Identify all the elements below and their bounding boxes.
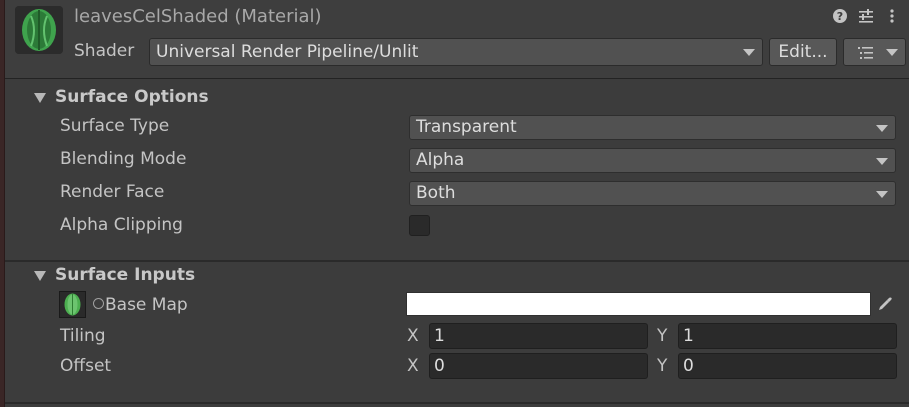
chevron-down-icon	[876, 158, 888, 165]
chevron-down-icon	[886, 49, 898, 56]
surface-type-label: Surface Type	[60, 116, 170, 136]
base-map-label: Base Map	[105, 295, 188, 315]
shader-label: Shader	[74, 41, 135, 61]
offset-x-input[interactable]: 0	[429, 353, 648, 379]
edit-shader-button[interactable]: Edit...	[769, 38, 837, 66]
surface-options-title: Surface Options	[55, 87, 209, 107]
chevron-down-icon	[876, 125, 888, 132]
offset-y-label: Y	[657, 356, 668, 376]
tiling-x-label: X	[407, 326, 419, 346]
surface-options-foldout[interactable]: Surface Options	[5, 84, 909, 112]
render-face-value: Both	[416, 183, 456, 203]
base-map-texture-slot[interactable]	[59, 291, 86, 318]
offset-x-label: X	[407, 356, 419, 376]
svg-text:?: ?	[837, 10, 843, 23]
help-icon[interactable]: ?	[831, 6, 849, 26]
chevron-down-icon	[876, 191, 888, 198]
tiling-y-label: Y	[657, 326, 668, 346]
shader-value: Universal Render Pipeline/Unlit	[156, 42, 419, 62]
eyedropper-icon[interactable]	[871, 292, 898, 316]
offset-y-input[interactable]: 0	[678, 353, 897, 379]
surface-inputs-foldout[interactable]: Surface Inputs	[5, 262, 909, 290]
tiling-label: Tiling	[60, 326, 106, 346]
offset-label: Offset	[60, 356, 112, 376]
shader-dropdown[interactable]: Universal Render Pipeline/Unlit	[149, 38, 763, 66]
surface-type-dropdown[interactable]: Transparent	[409, 115, 896, 140]
tiling-y-input[interactable]: 1	[678, 323, 897, 349]
tiling-x-input[interactable]: 1	[429, 323, 648, 349]
bottom-divider	[5, 402, 909, 404]
material-preview-thumbnail	[15, 6, 63, 54]
material-title: leavesCelShaded (Material)	[74, 6, 322, 27]
foldout-arrow-icon	[34, 93, 46, 103]
texture-picker-icon[interactable]	[93, 298, 104, 309]
more-vertical-icon[interactable]	[883, 6, 901, 26]
render-face-dropdown[interactable]: Both	[409, 181, 896, 206]
alpha-clipping-label: Alpha Clipping	[60, 215, 183, 235]
render-face-label: Render Face	[60, 182, 165, 202]
shader-options-button[interactable]	[843, 38, 906, 66]
blending-mode-dropdown[interactable]: Alpha	[409, 148, 896, 173]
blending-mode-value: Alpha	[416, 150, 465, 170]
leaf-texture-icon	[60, 292, 85, 317]
alpha-clipping-checkbox[interactable]	[409, 215, 430, 236]
surface-type-value: Transparent	[416, 117, 517, 137]
material-header: leavesCelShaded (Material) ? Shader Univ…	[5, 0, 909, 79]
base-map-color-field[interactable]	[406, 292, 871, 316]
blending-mode-label: Blending Mode	[60, 149, 187, 169]
list-icon	[858, 47, 873, 59]
chevron-down-icon	[743, 49, 755, 56]
foldout-arrow-icon	[34, 271, 46, 281]
surface-inputs-title: Surface Inputs	[55, 265, 196, 285]
preset-sliders-icon[interactable]	[857, 6, 875, 26]
